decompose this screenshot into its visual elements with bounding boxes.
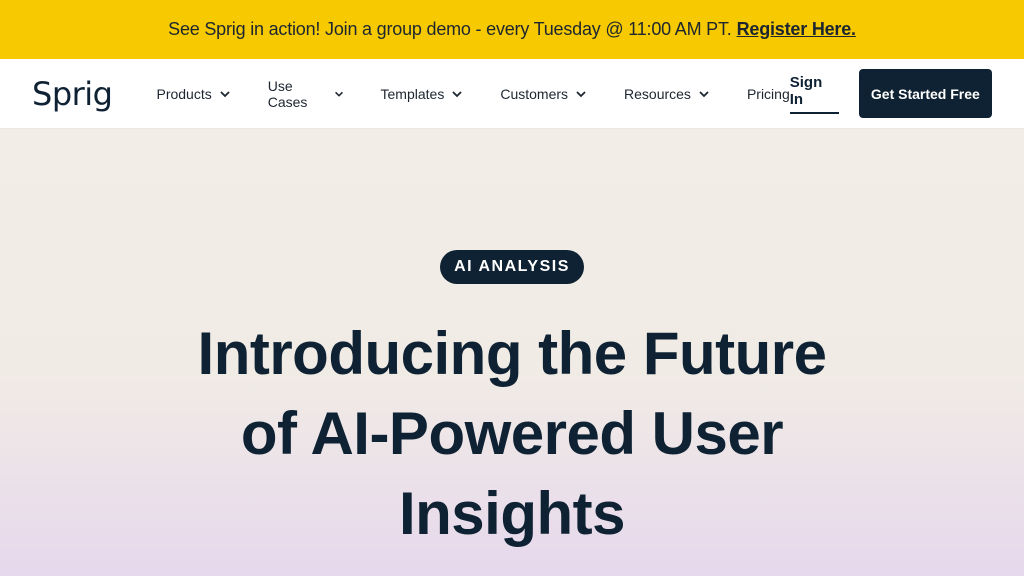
- nav-item-pricing[interactable]: Pricing: [747, 86, 790, 102]
- hero-headline: Introducing the Future of AI-Powered Use…: [197, 320, 827, 547]
- sprig-logo[interactable]: Sprig: [32, 75, 113, 113]
- nav-item-use-cases[interactable]: Use Cases: [268, 78, 345, 110]
- nav-item-customers[interactable]: Customers: [500, 86, 588, 102]
- nav-item-products[interactable]: Products: [156, 86, 231, 102]
- nav-item-label: Products: [156, 85, 212, 102]
- chevron-down-icon: [220, 90, 230, 97]
- announcement-text: See Sprig in action! Join a group demo -…: [168, 19, 732, 39]
- chevron-down-icon: [699, 90, 709, 97]
- chevron-down-icon: [452, 90, 462, 97]
- ai-analysis-badge: AI ANALYSIS: [440, 250, 584, 284]
- sign-in-link[interactable]: Sign In: [789, 74, 839, 114]
- nav-item-label: Use Cases: [267, 77, 308, 110]
- nav-menu: Products Use Cases Templates Customers R…: [156, 78, 789, 110]
- nav-item-label: Customers: [500, 85, 569, 102]
- announcement-bar: See Sprig in action! Join a group demo -…: [0, 0, 1024, 59]
- nav-item-label: Resources: [624, 85, 691, 102]
- nav-actions: Sign In Get Started Free: [789, 69, 992, 118]
- nav-item-resources[interactable]: Resources: [624, 86, 711, 102]
- hero-section: AI ANALYSIS Introducing the Future of AI…: [0, 129, 1024, 576]
- main-nav: Sprig Products Use Cases Templates Custo…: [0, 59, 1024, 129]
- chevron-down-icon: [334, 91, 343, 97]
- nav-item-label: Templates: [380, 85, 445, 102]
- register-link[interactable]: Register Here.: [737, 19, 856, 40]
- get-started-button[interactable]: Get Started Free: [858, 69, 992, 118]
- nav-item-label: Pricing: [746, 85, 790, 102]
- nav-item-templates[interactable]: Templates: [381, 86, 465, 102]
- chevron-down-icon: [576, 90, 586, 97]
